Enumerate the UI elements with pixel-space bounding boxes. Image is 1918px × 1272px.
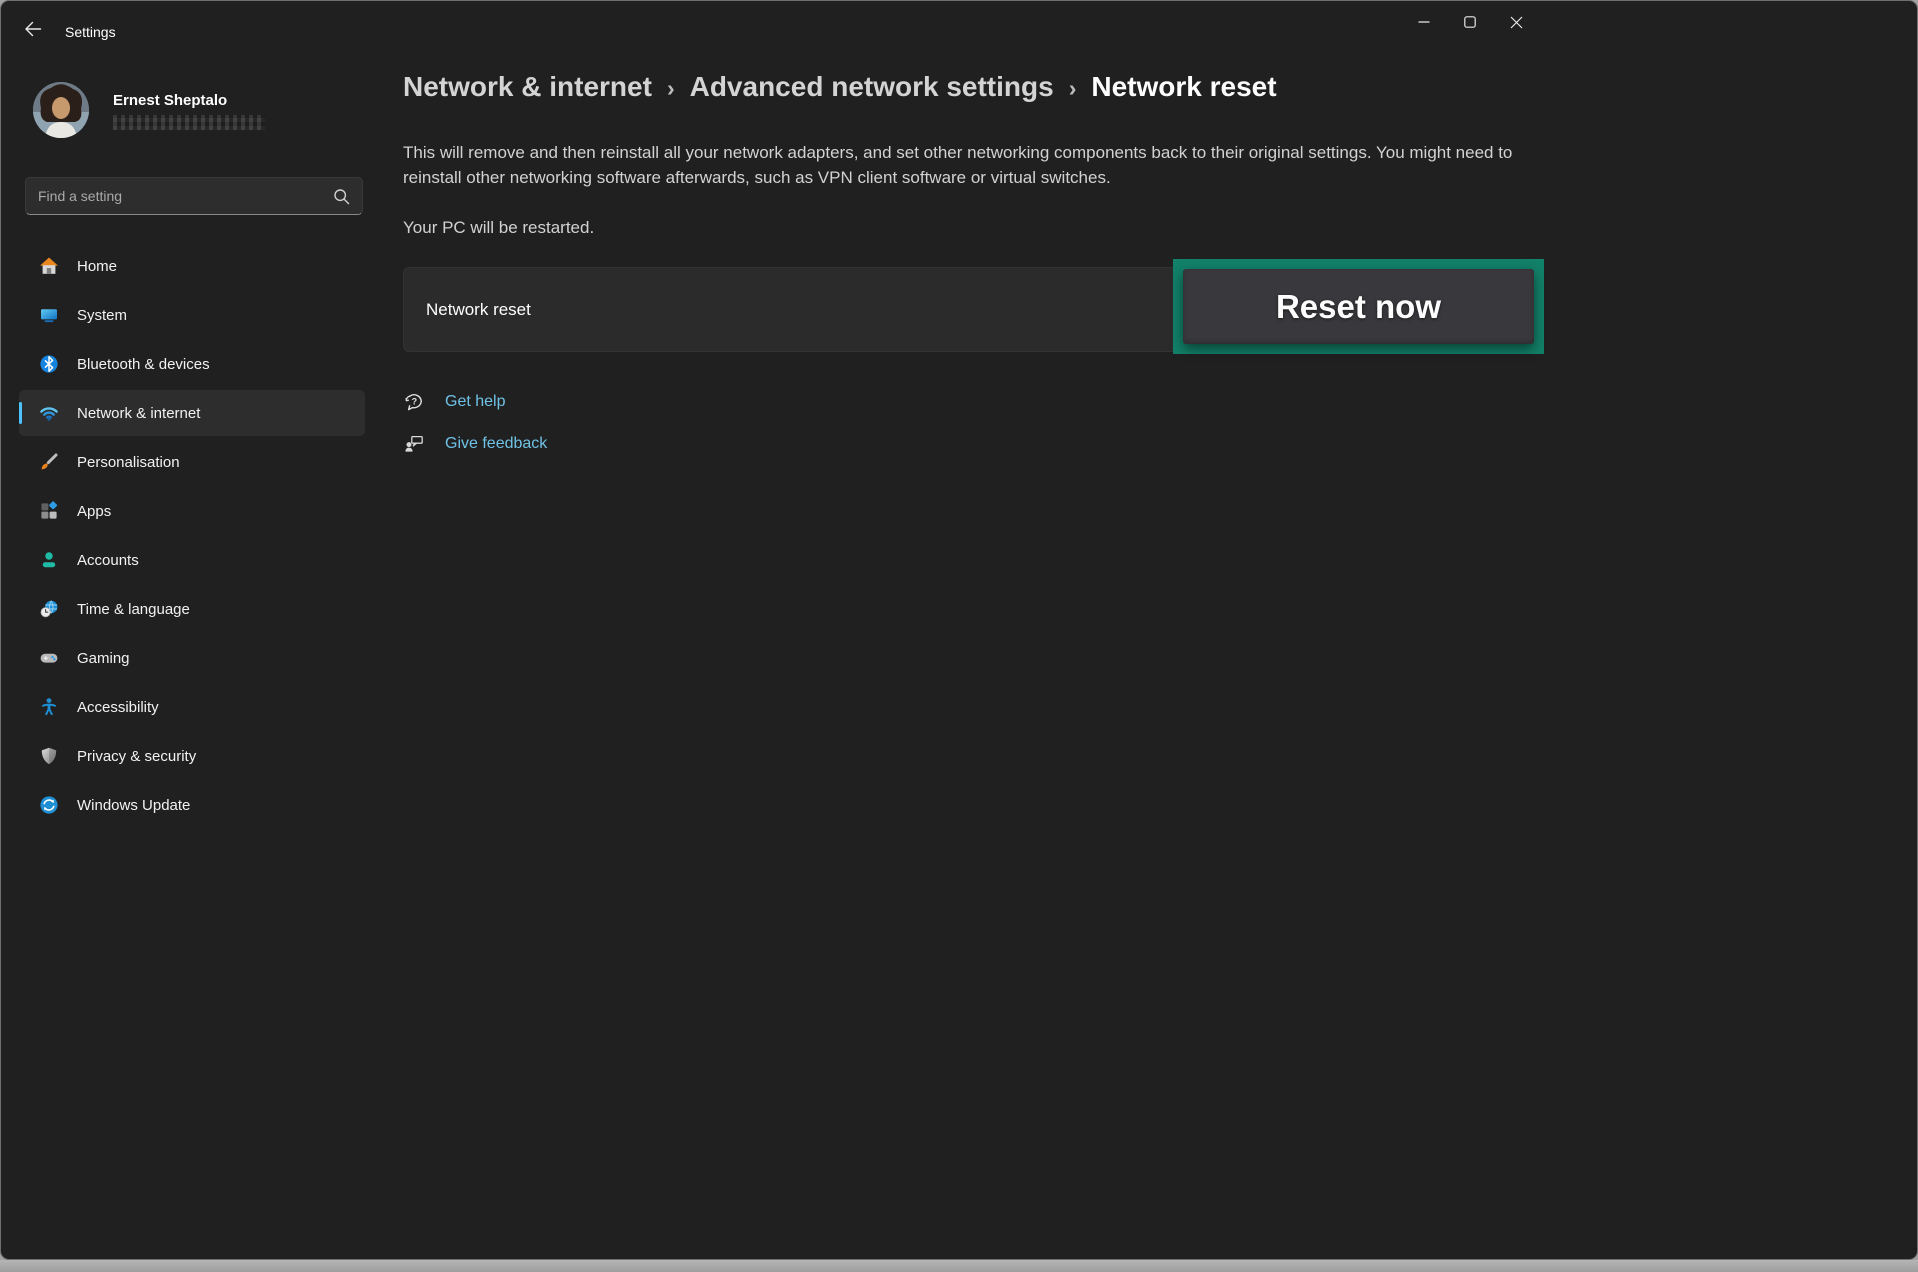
breadcrumb-network-reset: Network reset bbox=[1091, 71, 1276, 103]
sidebar-item-label: Accounts bbox=[77, 552, 139, 569]
network-wifi-icon bbox=[39, 403, 59, 423]
restart-note: Your PC will be restarted. bbox=[403, 218, 594, 238]
sidebar-item-home[interactable]: Home bbox=[19, 243, 365, 289]
sidebar-item-apps[interactable]: Apps bbox=[19, 488, 365, 534]
avatar[interactable] bbox=[33, 82, 89, 138]
personalisation-brush-icon bbox=[39, 452, 59, 472]
search-icon bbox=[333, 188, 350, 205]
breadcrumb: Network & internet › Advanced network se… bbox=[403, 71, 1277, 103]
sidebar-item-windows-update[interactable]: Windows Update bbox=[19, 782, 365, 828]
close-icon bbox=[1510, 16, 1523, 29]
svg-text:?: ? bbox=[412, 396, 418, 406]
user-name: Ernest Sheptalo bbox=[113, 92, 227, 109]
sidebar-item-label: Network & internet bbox=[77, 405, 200, 422]
page-description: This will remove and then reinstall all … bbox=[403, 140, 1538, 190]
privacy-shield-icon bbox=[39, 746, 59, 766]
sidebar-item-label: Bluetooth & devices bbox=[77, 356, 210, 373]
get-help-link[interactable]: Get help bbox=[445, 393, 505, 411]
app-title: Settings bbox=[65, 24, 116, 40]
reset-now-button[interactable]: Reset now bbox=[1183, 269, 1534, 344]
avatar-photo bbox=[33, 82, 89, 138]
sidebar-item-label: Personalisation bbox=[77, 454, 180, 471]
get-help-row: ? Get help bbox=[403, 387, 547, 417]
help-icon: ? bbox=[403, 391, 425, 413]
sidebar-item-label: System bbox=[77, 307, 127, 324]
sidebar-item-label: Windows Update bbox=[77, 797, 190, 814]
sidebar-item-label: Gaming bbox=[77, 650, 130, 667]
gaming-gamepad-icon bbox=[39, 648, 59, 668]
apps-icon bbox=[39, 501, 59, 521]
windows-update-icon bbox=[39, 795, 59, 815]
reset-now-highlight: Reset now bbox=[1173, 259, 1544, 354]
window-controls bbox=[1401, 1, 1539, 43]
sidebar-item-accessibility[interactable]: Accessibility bbox=[19, 684, 365, 730]
breadcrumb-advanced-network-settings[interactable]: Advanced network settings bbox=[690, 71, 1054, 103]
back-button[interactable] bbox=[13, 11, 53, 47]
sidebar-item-accounts[interactable]: Accounts bbox=[19, 537, 365, 583]
main-content: Network & internet › Advanced network se… bbox=[381, 47, 1917, 1259]
network-reset-label: Network reset bbox=[426, 300, 531, 320]
system-icon bbox=[39, 305, 59, 325]
sidebar-item-label: Home bbox=[77, 258, 117, 275]
time-language-icon bbox=[39, 599, 59, 619]
help-links: ? Get help Give feedback bbox=[403, 387, 547, 471]
sidebar-item-gaming[interactable]: Gaming bbox=[19, 635, 365, 681]
breadcrumb-separator: › bbox=[667, 73, 675, 102]
sidebar-item-label: Time & language bbox=[77, 601, 190, 618]
titlebar: Settings bbox=[1, 1, 1917, 47]
sidebar-nav: Home System Bluetooth & devices Network … bbox=[19, 243, 365, 831]
settings-window: Settings Ernest Sheptalo bbox=[0, 0, 1918, 1260]
sidebar-item-network-internet[interactable]: Network & internet bbox=[19, 390, 365, 436]
close-button[interactable] bbox=[1493, 1, 1539, 43]
back-arrow-icon bbox=[24, 21, 42, 37]
feedback-icon bbox=[403, 433, 425, 455]
maximize-icon bbox=[1464, 16, 1476, 28]
sidebar-item-personalisation[interactable]: Personalisation bbox=[19, 439, 365, 485]
sidebar-item-time-language[interactable]: Time & language bbox=[19, 586, 365, 632]
sidebar-item-system[interactable]: System bbox=[19, 292, 365, 338]
search-box[interactable] bbox=[25, 177, 363, 215]
give-feedback-link[interactable]: Give feedback bbox=[445, 435, 547, 453]
sidebar-item-label: Privacy & security bbox=[77, 748, 196, 765]
minimize-button[interactable] bbox=[1401, 1, 1447, 43]
user-email-redacted bbox=[113, 115, 265, 130]
sidebar-item-label: Accessibility bbox=[77, 699, 159, 716]
sidebar: Ernest Sheptalo Home System bbox=[1, 47, 381, 1259]
sidebar-item-label: Apps bbox=[77, 503, 111, 520]
maximize-button[interactable] bbox=[1447, 1, 1493, 43]
breadcrumb-separator: › bbox=[1069, 73, 1077, 102]
bluetooth-icon bbox=[39, 354, 59, 374]
desktop-edge-strip bbox=[0, 1260, 1918, 1272]
breadcrumb-network-internet[interactable]: Network & internet bbox=[403, 71, 652, 103]
accounts-icon bbox=[39, 550, 59, 570]
accessibility-person-icon bbox=[39, 697, 59, 717]
sidebar-item-bluetooth-devices[interactable]: Bluetooth & devices bbox=[19, 341, 365, 387]
minimize-icon bbox=[1418, 16, 1430, 28]
give-feedback-row: Give feedback bbox=[403, 429, 547, 459]
sidebar-item-privacy-security[interactable]: Privacy & security bbox=[19, 733, 365, 779]
home-icon bbox=[39, 256, 59, 276]
search-input[interactable] bbox=[38, 188, 333, 204]
